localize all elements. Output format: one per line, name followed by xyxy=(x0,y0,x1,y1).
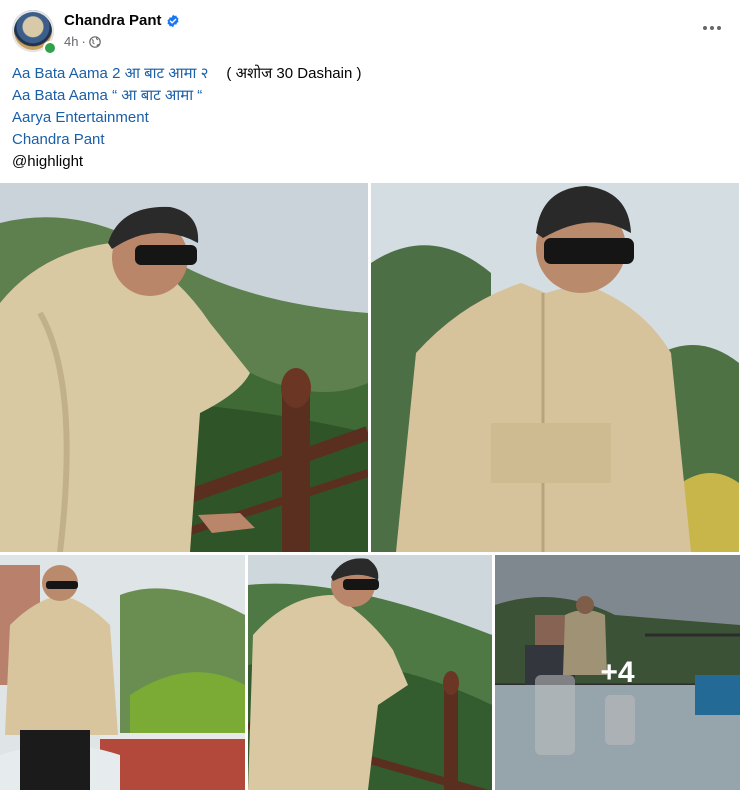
hashtag-link[interactable]: Aa Bata Aama “ आ बाट आमा “ xyxy=(12,85,202,107)
globe-icon[interactable] xyxy=(89,35,101,48)
post-header: Chandra Pant 4h · xyxy=(12,10,730,55)
post-time[interactable]: 4h xyxy=(64,34,78,49)
photo-4[interactable] xyxy=(248,555,492,790)
photo-2[interactable] xyxy=(371,183,739,552)
facebook-post: Chandra Pant 4h · Aa Bata Aama 2 आ बाट आ… xyxy=(0,0,742,790)
meta-separator: · xyxy=(81,34,86,49)
photo-man-railing-image xyxy=(0,183,368,552)
more-dot xyxy=(703,26,707,30)
photo-man-garden-image xyxy=(0,555,245,790)
photo-man-closeup-image xyxy=(371,183,739,552)
profile-link[interactable]: Chandra Pant xyxy=(12,129,105,151)
post-note: ( अशोज 30 Dashain ) xyxy=(226,65,362,82)
more-dot xyxy=(717,26,721,30)
more-options-button[interactable] xyxy=(696,18,728,38)
more-photos-overlay[interactable]: +4 xyxy=(495,555,740,790)
post-text-line: Aarya Entertainment xyxy=(12,107,361,129)
hashtag-link[interactable]: Aa Bata Aama 2 आ बाट आमा २ xyxy=(12,63,208,85)
post-text: Aa Bata Aama 2 आ बाट आमा २ ( अशोज 30 Das… xyxy=(12,63,361,173)
photo-grid: +4 xyxy=(0,183,742,790)
page-link[interactable]: Aarya Entertainment xyxy=(12,107,149,129)
verified-badge-icon xyxy=(167,14,179,27)
photo-1[interactable] xyxy=(0,183,368,552)
photo-man-railing-wide-image xyxy=(248,555,492,790)
more-dot xyxy=(710,26,714,30)
online-status-dot xyxy=(43,41,57,55)
post-text-line: @highlight xyxy=(12,151,361,173)
photo-3[interactable] xyxy=(0,555,245,790)
post-text-line: Chandra Pant xyxy=(12,129,361,151)
post-text-line: Aa Bata Aama 2 आ बाट आमा २ ( अशोज 30 Das… xyxy=(12,63,361,85)
author-name[interactable]: Chandra Pant xyxy=(64,12,162,29)
post-text-line: Aa Bata Aama “ आ बाट आमा “ xyxy=(12,85,361,107)
photo-5[interactable]: +4 xyxy=(495,555,740,790)
author-name-row[interactable]: Chandra Pant xyxy=(64,12,180,29)
mention-text[interactable]: @highlight xyxy=(12,151,83,173)
post-meta: 4h · xyxy=(64,34,101,49)
